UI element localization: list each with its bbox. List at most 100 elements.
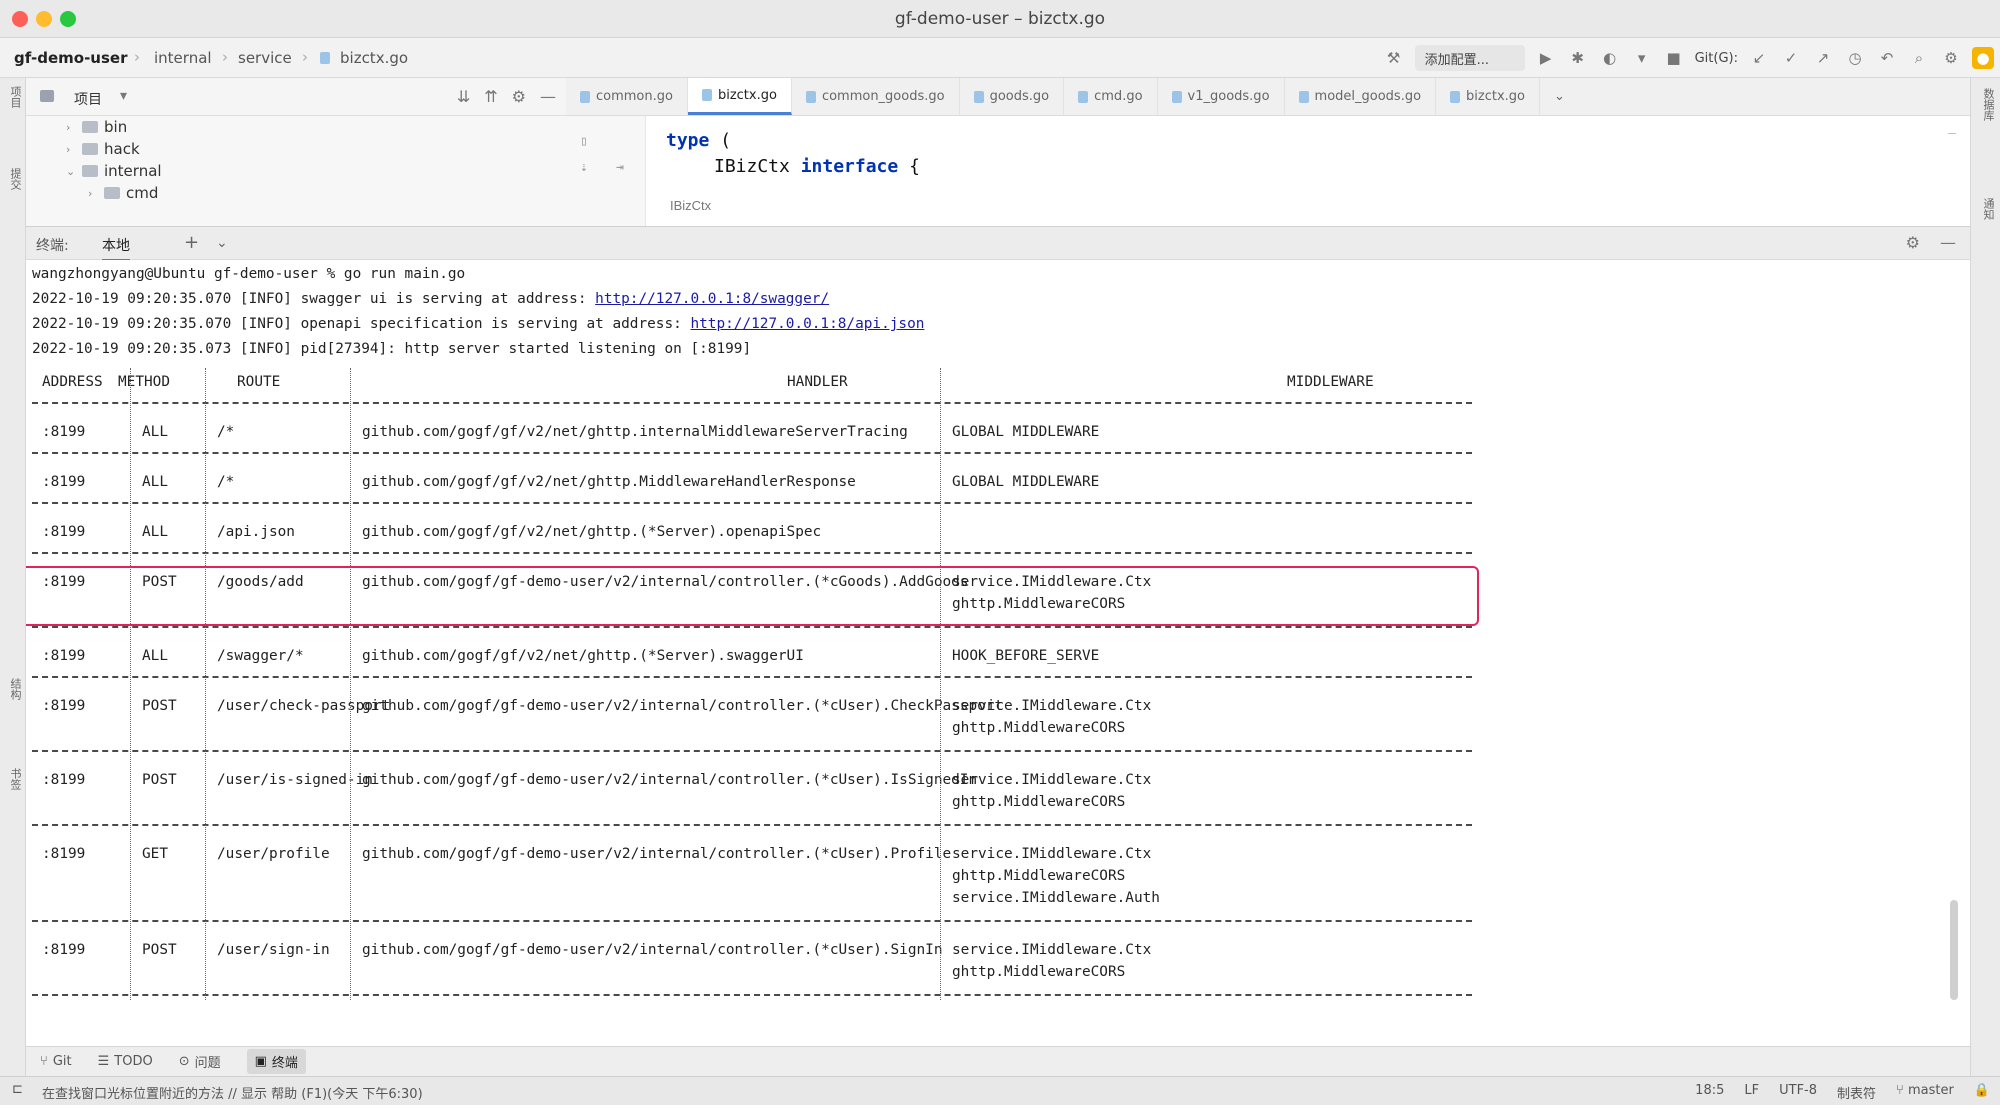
go-file-icon (701, 89, 712, 101)
settings-icon[interactable]: ⚙ (1940, 47, 1962, 69)
cell-method: POST (142, 942, 177, 958)
commit-tool-tab[interactable]: 提交 (3, 168, 23, 190)
line-separator[interactable]: LF (1744, 1083, 1759, 1102)
cell-route: /swagger/* (217, 648, 304, 664)
terminal-output[interactable]: wangzhongyang@Ubuntu gf-demo-user % go r… (26, 260, 1970, 1035)
inspection-widget[interactable]: — (1948, 126, 1956, 141)
table-rule (32, 552, 1472, 554)
history-icon[interactable]: ◷ (1844, 47, 1866, 69)
cursor-position[interactable]: 18:5 (1695, 1083, 1724, 1102)
cell-address: :8199 (42, 474, 86, 490)
git-update-icon[interactable]: ↙ (1748, 47, 1770, 69)
nav-toolbar: ⚒ 添加配置... ▶ ✱ ◐ ▾ ■ Git(G): ↙ ✓ ↗ ◷ ↶ ⌕ … (1383, 44, 1994, 72)
cell-middleware: HOOK_BEFORE_SERVE (952, 648, 1100, 664)
cell-method: GET (142, 846, 168, 862)
gear-icon[interactable]: ⚙ (512, 87, 526, 106)
hide-icon[interactable]: — (540, 87, 556, 106)
debug-icon[interactable]: ✱ (1567, 47, 1589, 69)
chevron-down-icon[interactable]: ⌄ (216, 235, 228, 251)
rollback-icon[interactable]: ↶ (1876, 47, 1898, 69)
code-editor[interactable]: ▯ ⇣ ⇥ type ( IBizCtx interface { IBizCtx… (566, 116, 1970, 226)
implemented-icon[interactable]: ⇣ (580, 160, 588, 175)
structure-tool-tab[interactable]: 结构 (3, 678, 23, 700)
chevron-down-icon[interactable]: ▾ (120, 88, 127, 104)
hide-panel-icon[interactable]: — (1940, 233, 1956, 252)
toggle-tool-windows-icon[interactable]: ⊏ (12, 1082, 23, 1097)
cell-middleware: ghttp.MiddlewareCORS (952, 868, 1126, 884)
breadcrumb-service[interactable]: service (238, 49, 292, 67)
cell-middleware: GLOBAL MIDDLEWARE (952, 424, 1100, 440)
tree-item-label: bin (104, 118, 128, 136)
table-rule (32, 402, 1472, 404)
tab-v1-goods-go[interactable]: v1_goods.go (1158, 78, 1285, 115)
breadcrumb-internal[interactable]: internal (154, 49, 212, 67)
run-config-select[interactable]: 添加配置... (1414, 45, 1525, 71)
tab-terminal-local[interactable]: 本地 (102, 235, 130, 261)
openapi-link[interactable]: http://127.0.0.1:8/api.json (690, 316, 924, 332)
table-row: :8199 ALL /* github.com/gogf/gf/v2/net/g… (32, 424, 1472, 446)
tab-bizctx-go-2[interactable]: bizctx.go (1436, 78, 1541, 115)
todo-tool-button[interactable]: ☰ TODO (98, 1054, 153, 1069)
tree-item-cmd[interactable]: › cmd (88, 182, 158, 204)
left-tool-strip: 项目 提交 结构 书签 (0, 78, 26, 1078)
go-to-impl-icon[interactable]: ⇥ (616, 160, 624, 175)
git-commit-icon[interactable]: ✓ (1780, 47, 1802, 69)
tab-label: bizctx.go (1466, 89, 1526, 104)
bookmark-icon[interactable]: ▯ (580, 134, 588, 149)
database-tool-tab[interactable]: 数据库 (1978, 88, 1996, 121)
gear-icon[interactable]: ⚙ (1906, 233, 1920, 252)
tab-common-goods-go[interactable]: common_goods.go (792, 78, 960, 115)
tab-cmd-go[interactable]: cmd.go (1064, 78, 1158, 115)
cell-middleware: service.IMiddleware.Ctx (952, 698, 1152, 714)
git-branch[interactable]: ⑂ master (1896, 1083, 1954, 1102)
tab-bizctx-go[interactable]: bizctx.go (687, 78, 792, 115)
expand-all-icon[interactable]: ⇊ (457, 87, 470, 106)
table-rule (32, 452, 1472, 454)
tree-item-label: cmd (126, 184, 159, 202)
project-pane-header: 项目 ▾ ⇊ ⇈ ⚙ — (26, 78, 566, 116)
tab-model-goods-go[interactable]: model_goods.go (1285, 78, 1437, 115)
search-icon[interactable]: ⌕ (1908, 47, 1930, 69)
bookmarks-tool-tab[interactable]: 书签 (3, 768, 23, 790)
breadcrumb-project[interactable]: gf-demo-user (14, 49, 127, 67)
terminal-tool-button[interactable]: ▣ 终端 (246, 1049, 306, 1074)
breadcrumb-file[interactable]: bizctx.go (340, 49, 408, 67)
column-separator (205, 368, 206, 1000)
editor-breadcrumb[interactable]: IBizCtx (670, 198, 711, 213)
build-hammer-icon[interactable]: ⚒ (1383, 47, 1405, 69)
git-push-icon[interactable]: ↗ (1812, 47, 1834, 69)
tree-item-hack[interactable]: › hack (66, 138, 140, 160)
tool-label: 问题 (194, 1056, 221, 1071)
terminal-scrollbar[interactable] (1950, 900, 1958, 1000)
run-icon[interactable]: ▶ (1535, 47, 1557, 69)
todo-list-icon: ☰ (97, 1054, 110, 1069)
indent-setting[interactable]: 制表符 (1837, 1083, 1876, 1102)
tabs-overflow-icon[interactable]: ⌄ (1540, 78, 1579, 115)
table-rule (32, 502, 1472, 504)
tree-item-bin[interactable]: › bin (66, 116, 127, 138)
folder-icon (82, 165, 98, 177)
folder-icon (82, 143, 98, 155)
cell-address: :8199 (42, 846, 86, 862)
chevron-right-icon: › (88, 186, 93, 200)
code-keyword: type (666, 130, 710, 151)
project-pane-title[interactable]: 项目 (74, 89, 102, 109)
project-tool-tab[interactable]: 项目 (3, 86, 23, 108)
problems-tool-button[interactable]: ⊙ 问题 (179, 1052, 221, 1071)
tab-goods-go[interactable]: goods.go (960, 78, 1065, 115)
more-run-icon[interactable]: ▾ (1631, 47, 1653, 69)
tree-item-internal[interactable]: ⌄ internal (66, 160, 162, 182)
coverage-icon[interactable]: ◐ (1599, 47, 1621, 69)
collapse-all-icon[interactable]: ⇈ (484, 87, 497, 106)
tab-common-go[interactable]: common.go (566, 78, 688, 115)
notifications-tool-tab[interactable]: 通知 (1978, 198, 1996, 220)
cell-method: ALL (142, 474, 168, 490)
tab-label: cmd.go (1094, 89, 1143, 104)
project-pane-tools: ⇊ ⇈ ⚙ — (457, 87, 556, 106)
file-encoding[interactable]: UTF-8 (1779, 1083, 1817, 1102)
swagger-link[interactable]: http://127.0.0.1:8/swagger/ (595, 291, 829, 307)
lock-icon[interactable]: 🔒 (1974, 1083, 1990, 1102)
add-terminal-icon[interactable]: + (184, 232, 199, 253)
stop-icon[interactable]: ■ (1663, 47, 1685, 69)
git-tool-button[interactable]: ⑂ Git (40, 1054, 72, 1069)
